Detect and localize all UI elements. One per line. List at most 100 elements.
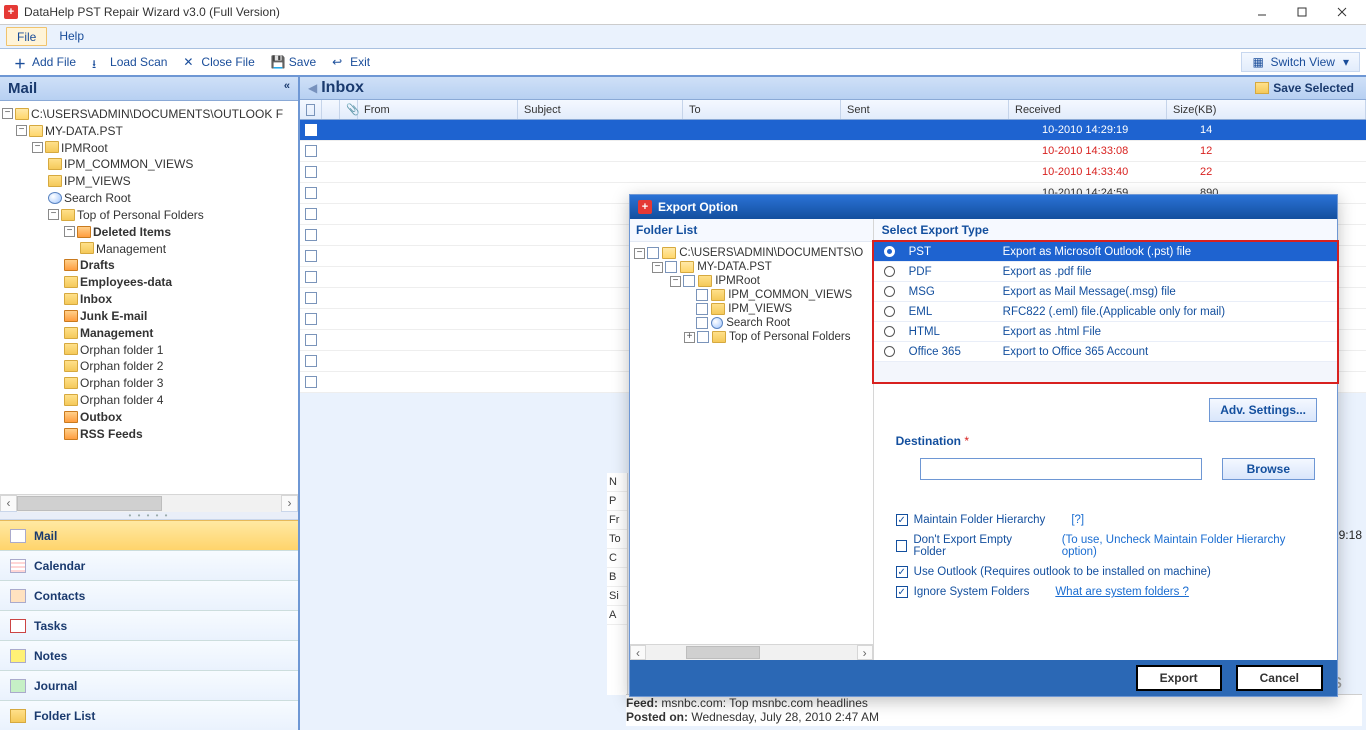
nav-contacts[interactable]: Contacts [0,580,298,610]
nav-folder-list[interactable]: Folder List [0,700,298,730]
close-button[interactable] [1322,0,1362,25]
row-checkbox[interactable] [305,271,317,283]
ignore-system-checkbox[interactable] [896,586,908,598]
menu-file[interactable]: File [6,27,47,46]
browse-button[interactable]: Browse [1222,458,1315,480]
export-type-msg[interactable]: MSGExport as Mail Message(.msg) file [874,282,1337,302]
row-checkbox[interactable] [305,292,317,304]
close-file-button[interactable]: ✕Close File [175,53,262,71]
tree-node[interactable]: Drafts [2,256,296,273]
tree-node[interactable]: IPM_VIEWS [2,172,296,189]
scroll-right-icon[interactable]: › [281,495,298,512]
row-checkbox[interactable] [305,208,317,220]
row-checkbox[interactable] [305,250,317,262]
expander-icon[interactable]: − [2,108,13,119]
export-type-pdf[interactable]: PDFExport as .pdf file [874,262,1337,282]
export-type-office-365[interactable]: Office 365Export to Office 365 Account [874,342,1337,362]
row-checkbox[interactable] [305,124,317,136]
tree-root[interactable]: −C:\USERS\ADMIN\DOCUMENTS\OUTLOOK F [2,105,296,122]
scroll-left-icon[interactable]: ‹ [630,645,646,660]
folder-list-tree[interactable]: − C:\USERS\ADMIN\DOCUMENTS\O − MY-DATA.P… [630,242,873,644]
nav-mail[interactable]: Mail [0,520,298,550]
tree-node[interactable]: Orphan folder 2 [2,357,296,374]
tree-node[interactable]: − C:\USERS\ADMIN\DOCUMENTS\O [634,246,869,260]
system-folders-link[interactable]: What are system folders ? [1055,586,1189,598]
tree-node[interactable]: − MY-DATA.PST [634,260,869,274]
tree-node[interactable]: Orphan folder 1 [2,341,296,358]
tree-node[interactable]: Search Root [634,316,869,330]
export-type-html[interactable]: HTMLExport as .html File [874,322,1337,342]
switch-view-button[interactable]: ▦Switch View▾ [1241,52,1360,72]
scroll-track[interactable] [17,495,281,512]
checkbox[interactable] [665,261,677,273]
col-size[interactable]: Size(KB) [1167,100,1366,119]
tree-node[interactable]: Junk E-mail [2,307,296,324]
radio-icon[interactable] [884,266,895,277]
tree-hscroll[interactable]: ‹ › [0,494,298,511]
tree-node[interactable]: Employees-data [2,273,296,290]
radio-icon[interactable] [884,346,895,357]
tree-node[interactable]: Outbox [2,408,296,425]
table-row[interactable]: 10-2010 14:33:08 12 [300,141,1366,162]
row-checkbox[interactable] [305,313,317,325]
row-checkbox[interactable] [305,334,317,346]
nav-tasks[interactable]: Tasks [0,610,298,640]
checkbox[interactable] [647,247,659,259]
col-to[interactable]: To [683,100,841,119]
radio-icon[interactable] [884,246,895,257]
table-row[interactable]: 10-2010 14:33:40 22 [300,162,1366,183]
row-checkbox[interactable] [305,166,317,178]
export-button[interactable]: Export [1136,665,1222,691]
row-checkbox[interactable] [305,187,317,199]
scroll-right-icon[interactable]: › [857,645,873,660]
tree-node-inbox[interactable]: Inbox [2,290,296,307]
use-outlook-checkbox[interactable] [896,566,908,578]
col-subject[interactable]: Subject [518,100,683,119]
nav-calendar[interactable]: Calendar [0,550,298,580]
row-checkbox[interactable] [305,355,317,367]
mail-tree[interactable]: −C:\USERS\ADMIN\DOCUMENTS\OUTLOOK F −MY-… [0,101,298,494]
col-from[interactable]: From [358,100,518,119]
tree-node[interactable]: −MY-DATA.PST [2,122,296,139]
row-checkbox[interactable] [305,145,317,157]
checkbox[interactable] [683,275,695,287]
scroll-thumb[interactable] [17,496,162,511]
expander-icon[interactable]: − [32,142,43,153]
col-attach[interactable]: 📎 [340,100,358,119]
radio-icon[interactable] [884,286,895,297]
col-received[interactable]: Received [1009,100,1167,119]
col-flag[interactable] [322,100,340,119]
col-check[interactable] [300,100,322,119]
radio-icon[interactable] [884,306,895,317]
menu-help[interactable]: Help [49,25,94,48]
col-sent[interactable]: Sent [841,100,1009,119]
export-type-pst[interactable]: PSTExport as Microsoft Outlook (.pst) fi… [874,242,1337,262]
export-type-eml[interactable]: EMLRFC822 (.eml) file.(Applicable only f… [874,302,1337,322]
dialog-titlebar[interactable]: + Export Option [630,195,1337,219]
nav-back-icon[interactable]: ◀ [308,81,317,95]
minimize-button[interactable] [1242,0,1282,25]
radio-icon[interactable] [884,326,895,337]
tree-node[interactable]: Orphan folder 3 [2,374,296,391]
save-button[interactable]: 💾Save [263,53,324,71]
adv-settings-button[interactable]: Adv. Settings... [1209,398,1317,422]
maintain-hierarchy-checkbox[interactable] [896,514,908,526]
expander-icon[interactable]: − [16,125,27,136]
row-checkbox[interactable] [305,376,317,388]
cancel-button[interactable]: Cancel [1236,665,1323,691]
row-checkbox[interactable] [305,229,317,241]
dont-export-empty-checkbox[interactable] [896,540,908,552]
exit-button[interactable]: ↩Exit [324,53,378,71]
tree-node[interactable]: IPM_VIEWS [634,302,869,316]
collapse-icon[interactable]: « [284,80,290,92]
nav-notes[interactable]: Notes [0,640,298,670]
tree-node-deleted[interactable]: −Deleted Items [2,223,296,240]
destination-input[interactable] [920,458,1202,480]
tree-node[interactable]: IPM_COMMON_VIEWS [2,155,296,172]
expander-icon[interactable]: − [48,209,59,220]
maximize-button[interactable] [1282,0,1322,25]
tree-node[interactable]: RSS Feeds [2,425,296,442]
tree-node[interactable]: −Top of Personal Folders [2,206,296,223]
add-file-button[interactable]: ＋Add File [6,53,84,71]
splitter-grip[interactable]: • • • • • [0,511,298,520]
